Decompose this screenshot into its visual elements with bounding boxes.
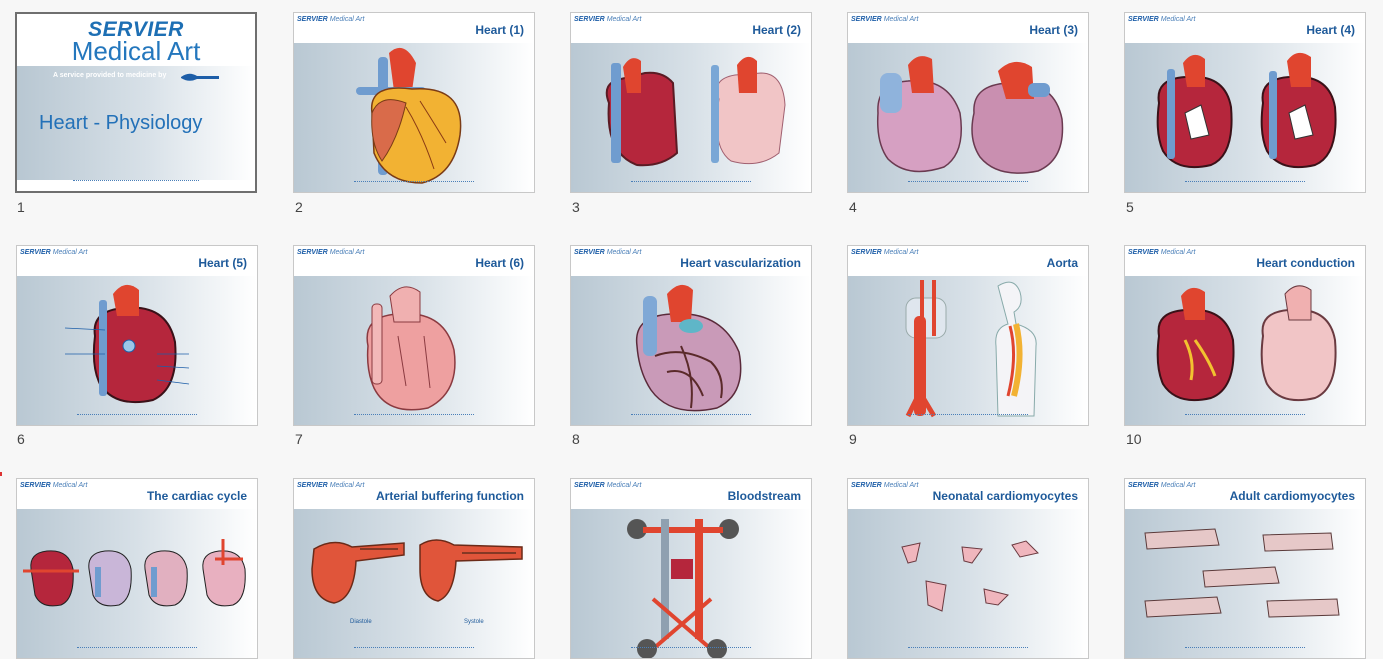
cover-title: Heart - Physiology [39, 112, 203, 134]
slide-thumbnail-8[interactable]: SERVIER Medical Art Heart vascularizatio… [570, 245, 812, 426]
slide-brand: SERVIER Medical Art [574, 249, 642, 256]
slide-title: Aorta [1046, 256, 1078, 270]
slide-brand: SERVIER Medical Art [1128, 16, 1196, 23]
slide-title: The cardiac cycle [146, 489, 247, 503]
heart-pink-illustration [366, 286, 456, 411]
systole-label: Systole [464, 619, 484, 625]
slide-title: Heart (3) [1029, 23, 1078, 37]
arterial-buffering-illustration: Diastole Systole [311, 539, 523, 625]
aorta-illustration [905, 280, 1037, 418]
slide-title: Heart (2) [752, 23, 801, 37]
slide-thumbnail-9[interactable]: SERVIER Medical Art Aorta [847, 245, 1089, 426]
cardiac-cycle-illustration [23, 539, 246, 607]
neonatal-cardiomyocytes-illustration [901, 540, 1039, 612]
heart-views-illustration [876, 56, 1064, 174]
slide-brand: SERVIER Medical Art [574, 482, 642, 489]
heart-vascularization-illustration [635, 284, 742, 412]
slide-thumbnail-10[interactable]: SERVIER Medical Art Heart conduction [1124, 245, 1366, 426]
cover-provided-text: A service provided to medicine by [53, 72, 167, 79]
heart-conduction-illustration [1156, 285, 1337, 402]
slide-title: Arterial buffering function [376, 489, 524, 503]
slide-title: Heart (5) [198, 256, 247, 270]
slide-number: 4 [849, 199, 857, 215]
slide-brand: SERVIER Medical Art [20, 249, 88, 256]
slide-brand: SERVIER Medical Art [297, 249, 365, 256]
slide-thumbnail-7[interactable]: SERVIER Medical Art Heart (6) [293, 245, 535, 426]
slide-brand: SERVIER Medical Art [20, 482, 88, 489]
slide-brand: SERVIER Medical Art [851, 249, 919, 256]
cover-medical-art-logo: Medical Art [71, 36, 201, 66]
slide-thumbnail-12[interactable]: SERVIER Medical Art Arterial buffering f… [293, 478, 535, 659]
slide-number: 5 [1126, 199, 1134, 215]
slide-title: Bloodstream [727, 489, 801, 503]
slide-number: 1 [17, 199, 25, 215]
slide-brand: SERVIER Medical Art [574, 16, 642, 23]
bloodstream-illustration [627, 519, 739, 658]
heart-labelled-section-illustration [64, 284, 190, 404]
slide-thumbnail-14[interactable]: SERVIER Medical Art Neonatal cardiomyocy… [847, 478, 1089, 659]
slide-title: Neonatal cardiomyocytes [932, 489, 1078, 503]
slide-title: Heart (4) [1306, 23, 1355, 37]
slide-brand: SERVIER Medical Art [851, 482, 919, 489]
servier-bird-icon [181, 73, 219, 81]
slide-title: Adult cardiomyocytes [1229, 489, 1355, 503]
slide-number: 3 [572, 199, 580, 215]
slide-number: 7 [295, 431, 303, 447]
slide-number: 8 [572, 431, 580, 447]
slide-thumbnail-4[interactable]: SERVIER Medical Art Heart (3) [847, 12, 1089, 193]
slide-brand: SERVIER Medical Art [1128, 482, 1196, 489]
slide-thumbnail-3[interactable]: SERVIER Medical Art Heart (2) [570, 12, 812, 193]
slide-thumbnail-2[interactable]: SERVIER Medical Art Heart (1) [293, 12, 535, 193]
slide-number: 9 [849, 431, 857, 447]
slide-number: 2 [295, 199, 303, 215]
slide-title: Heart (1) [475, 23, 524, 37]
slide-title: Heart (6) [475, 256, 524, 270]
slide-title: Heart conduction [1256, 256, 1355, 270]
cover-footer [73, 180, 199, 181]
slide-thumbnail-15[interactable]: SERVIER Medical Art Adult cardiomyocytes [1124, 478, 1366, 659]
heart-anterior-illustration [356, 47, 462, 184]
slide-thumbnail-13[interactable]: SERVIER Medical Art Bloodstream [570, 478, 812, 659]
slide-thumbnail-1[interactable]: SERVIER Medical Art A service provided t… [15, 12, 257, 193]
heart-sections-illustration [605, 56, 786, 167]
margin-marker [0, 472, 2, 476]
slide-thumbnail-11[interactable]: SERVIER Medical Art The cardiac cycle [16, 478, 258, 659]
heart-valves-illustration [1156, 52, 1337, 169]
slide-brand: SERVIER Medical Art [297, 16, 365, 23]
slide-thumbnail-6[interactable]: SERVIER Medical Art Heart (5) [16, 245, 258, 426]
slide-thumbnail-5[interactable]: SERVIER Medical Art Heart (4) [1124, 12, 1366, 193]
slide-title: Heart vascularization [680, 256, 801, 270]
diastole-label: Diastole [350, 619, 372, 625]
slide-brand: SERVIER Medical Art [1128, 249, 1196, 256]
slide-brand: SERVIER Medical Art [297, 482, 365, 489]
slide-number: 6 [17, 431, 25, 447]
slide-number: 10 [1126, 431, 1142, 447]
slide-brand: SERVIER Medical Art [851, 16, 919, 23]
adult-cardiomyocytes-illustration [1144, 528, 1340, 618]
